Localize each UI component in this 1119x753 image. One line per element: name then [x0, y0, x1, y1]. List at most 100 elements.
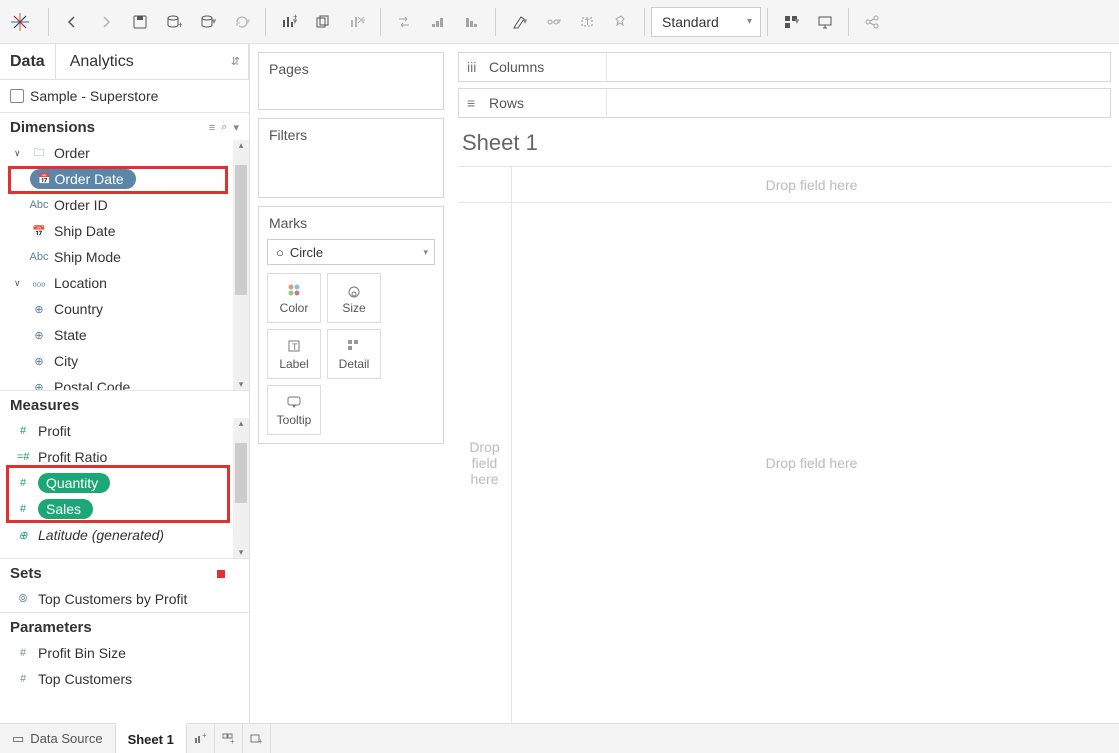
globe-icon: ⊕: [30, 381, 48, 391]
sheet-title[interactable]: Sheet 1: [458, 124, 1111, 166]
marks-size[interactable]: Size: [327, 273, 381, 323]
globe-icon: ⊕: [14, 529, 32, 542]
new-worksheet-button[interactable]: +▾: [272, 5, 306, 39]
measures-header: Measures: [0, 390, 249, 418]
parameters-header: Parameters: [0, 612, 249, 640]
folder-order[interactable]: ∨🗀Order: [0, 140, 249, 166]
hash-calc-icon: =#: [14, 451, 32, 463]
pin-button[interactable]: [604, 5, 638, 39]
toolbar: + ▾ ▾ +▾ ▾ ▾ ▾ T Standard ▾: [0, 0, 1119, 44]
datasource-label: Sample - Superstore: [30, 88, 158, 104]
label-icon: T: [286, 337, 302, 355]
globe-icon: ⊕: [30, 329, 48, 342]
menu-caret-icon[interactable]: ▾: [233, 121, 239, 134]
field-state[interactable]: ⊕State: [0, 322, 249, 348]
duplicate-button[interactable]: [306, 5, 340, 39]
columns-icon: iii: [467, 59, 481, 75]
tab-sheet1[interactable]: Sheet 1: [116, 723, 187, 753]
hash-icon: #: [14, 647, 32, 659]
presentation-button[interactable]: [808, 5, 842, 39]
share-button[interactable]: [855, 5, 889, 39]
marks-card: Marks ○Circle Color Size TLabel Detail T…: [258, 206, 444, 444]
drop-main-hint: Drop field here: [512, 203, 1111, 723]
columns-shelf[interactable]: iiiColumns: [458, 52, 1111, 82]
sort-asc-button[interactable]: [421, 5, 455, 39]
sort-desc-button[interactable]: [455, 5, 489, 39]
drop-rows-hint: Drop field here: [458, 203, 512, 723]
hierarchy-icon: ₒ₀ₒ: [30, 277, 48, 289]
field-quantity[interactable]: #Quantity: [0, 470, 249, 496]
clear-sheet-button[interactable]: ▾: [340, 5, 374, 39]
refresh-button[interactable]: ▾: [225, 5, 259, 39]
view-icon[interactable]: ≡: [209, 122, 215, 134]
new-datasource-button[interactable]: +: [157, 5, 191, 39]
rows-shelf[interactable]: ≡Rows: [458, 88, 1111, 118]
globe-icon: ⊕: [30, 355, 48, 368]
folder-icon: 🗀: [30, 144, 48, 163]
field-order-date[interactable]: 📅Order Date: [0, 166, 249, 192]
field-set-topcust[interactable]: ⦾Top Customers by Profit: [0, 586, 249, 612]
folder-location[interactable]: ∨ₒ₀ₒLocation: [0, 270, 249, 296]
filters-shelf[interactable]: Filters: [258, 118, 444, 198]
view-area[interactable]: Drop field here Drop field here Drop fie…: [458, 166, 1111, 723]
marks-detail[interactable]: Detail: [327, 329, 381, 379]
field-sales[interactable]: #Sales: [0, 496, 249, 522]
field-country[interactable]: ⊕Country: [0, 296, 249, 322]
field-param-topcust[interactable]: #Top Customers: [0, 666, 249, 692]
abc-icon: Abc: [30, 251, 48, 263]
field-ship-mode[interactable]: AbcShip Mode: [0, 244, 249, 270]
globe-icon: ⊕: [30, 303, 48, 316]
dimensions-header: Dimensions ≡ ⌕ ▾: [0, 112, 249, 140]
save-button[interactable]: [123, 5, 157, 39]
pages-shelf[interactable]: Pages: [258, 52, 444, 110]
field-param-profitbin[interactable]: #Profit Bin Size: [0, 640, 249, 666]
field-order-id[interactable]: AbcOrder ID: [0, 192, 249, 218]
fit-label: Standard: [662, 14, 719, 30]
datasource-icon: [10, 89, 24, 103]
hash-icon: #: [14, 425, 32, 437]
svg-text:+: +: [178, 20, 182, 30]
new-dashboard-tab[interactable]: +: [215, 724, 243, 753]
marks-type-selector[interactable]: ○Circle: [267, 239, 435, 265]
marks-color[interactable]: Color: [267, 273, 321, 323]
field-profit-ratio[interactable]: =#Profit Ratio: [0, 444, 249, 470]
calendar-icon: 📅: [30, 225, 48, 238]
highlight-button[interactable]: ▾: [502, 5, 536, 39]
size-icon: [346, 281, 362, 299]
autoupdate-button[interactable]: ▾: [191, 5, 225, 39]
field-postal-code[interactable]: ⊕Postal Code: [0, 374, 249, 390]
field-ship-date[interactable]: 📅Ship Date: [0, 218, 249, 244]
marks-tooltip[interactable]: Tooltip: [267, 385, 321, 435]
field-profit[interactable]: #Profit: [0, 418, 249, 444]
color-icon: [286, 281, 302, 299]
data-tab[interactable]: Data: [0, 44, 56, 79]
new-worksheet-tab[interactable]: +: [187, 724, 215, 753]
swap-button[interactable]: [387, 5, 421, 39]
show-me-button[interactable]: ▾: [774, 5, 808, 39]
view-pane: iiiColumns ≡Rows Sheet 1 Drop field here…: [450, 44, 1119, 723]
svg-text:+: +: [202, 733, 206, 740]
forward-button[interactable]: [89, 5, 123, 39]
drop-columns-hint: Drop field here: [512, 167, 1111, 202]
field-latitude-gen[interactable]: ⊕Latitude (generated): [0, 522, 249, 548]
data-pane: Data Analytics Sample - Superstore Dimen…: [0, 44, 250, 723]
back-button[interactable]: [55, 5, 89, 39]
labels-button[interactable]: T: [570, 5, 604, 39]
datasource-item[interactable]: Sample - Superstore: [0, 80, 249, 112]
circle-icon: ○: [276, 245, 284, 260]
marks-label[interactable]: TLabel: [267, 329, 321, 379]
search-icon[interactable]: ⌕: [221, 121, 227, 134]
field-city[interactable]: ⊕City: [0, 348, 249, 374]
hash-icon: #: [14, 503, 32, 515]
dimensions-scrollbar[interactable]: [233, 140, 249, 390]
svg-text:T: T: [292, 342, 298, 352]
analytics-tab[interactable]: Analytics: [56, 44, 249, 79]
sets-header: Sets: [0, 558, 249, 586]
detail-icon: [346, 337, 362, 355]
measures-scrollbar[interactable]: [233, 418, 249, 558]
tab-datasource[interactable]: ▭Data Source: [0, 724, 116, 753]
new-story-tab[interactable]: +: [243, 724, 271, 753]
rows-icon: ≡: [467, 95, 481, 111]
group-button[interactable]: ▾: [536, 5, 570, 39]
fit-selector[interactable]: Standard: [651, 7, 761, 37]
